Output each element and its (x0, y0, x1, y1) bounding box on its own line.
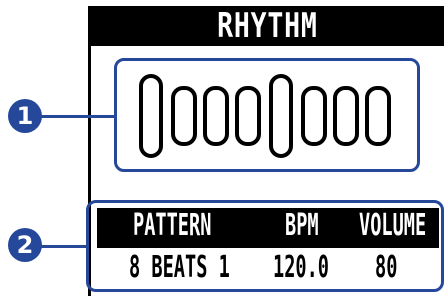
beat-indicator (301, 86, 327, 146)
beat-indicator-row (139, 74, 391, 158)
pattern-header: PATTERN (133, 208, 212, 243)
callout-2-badge: 2 (8, 228, 42, 262)
beat-indicator (171, 86, 197, 146)
bpm-header: BPM (285, 208, 319, 243)
info-header-bar: PATTERN BPM VOLUME (97, 208, 439, 248)
callout-1-leader (40, 115, 116, 118)
beat-indicator (235, 86, 261, 146)
beat-indicator (203, 86, 229, 146)
callout-2-leader (40, 245, 88, 248)
rhythm-info-box: PATTERN BPM VOLUME 8 BEATS 1 120.0 80 (86, 200, 444, 292)
beat-indicator-accent (269, 74, 293, 158)
volume-value: 80 (375, 250, 398, 285)
beat-indicator-accent (139, 74, 163, 158)
pattern-value: 8 BEATS 1 (129, 250, 230, 285)
beat-indicator (365, 86, 391, 146)
bpm-value: 120.0 (273, 250, 329, 285)
beat-indicator (333, 86, 359, 146)
callout-1-badge: 1 (8, 99, 42, 133)
screen-title: RHYTHM (216, 6, 318, 46)
title-bar: RHYTHM (90, 6, 444, 46)
volume-header: VOLUME (359, 208, 427, 243)
beat-indicator-box (114, 58, 420, 172)
